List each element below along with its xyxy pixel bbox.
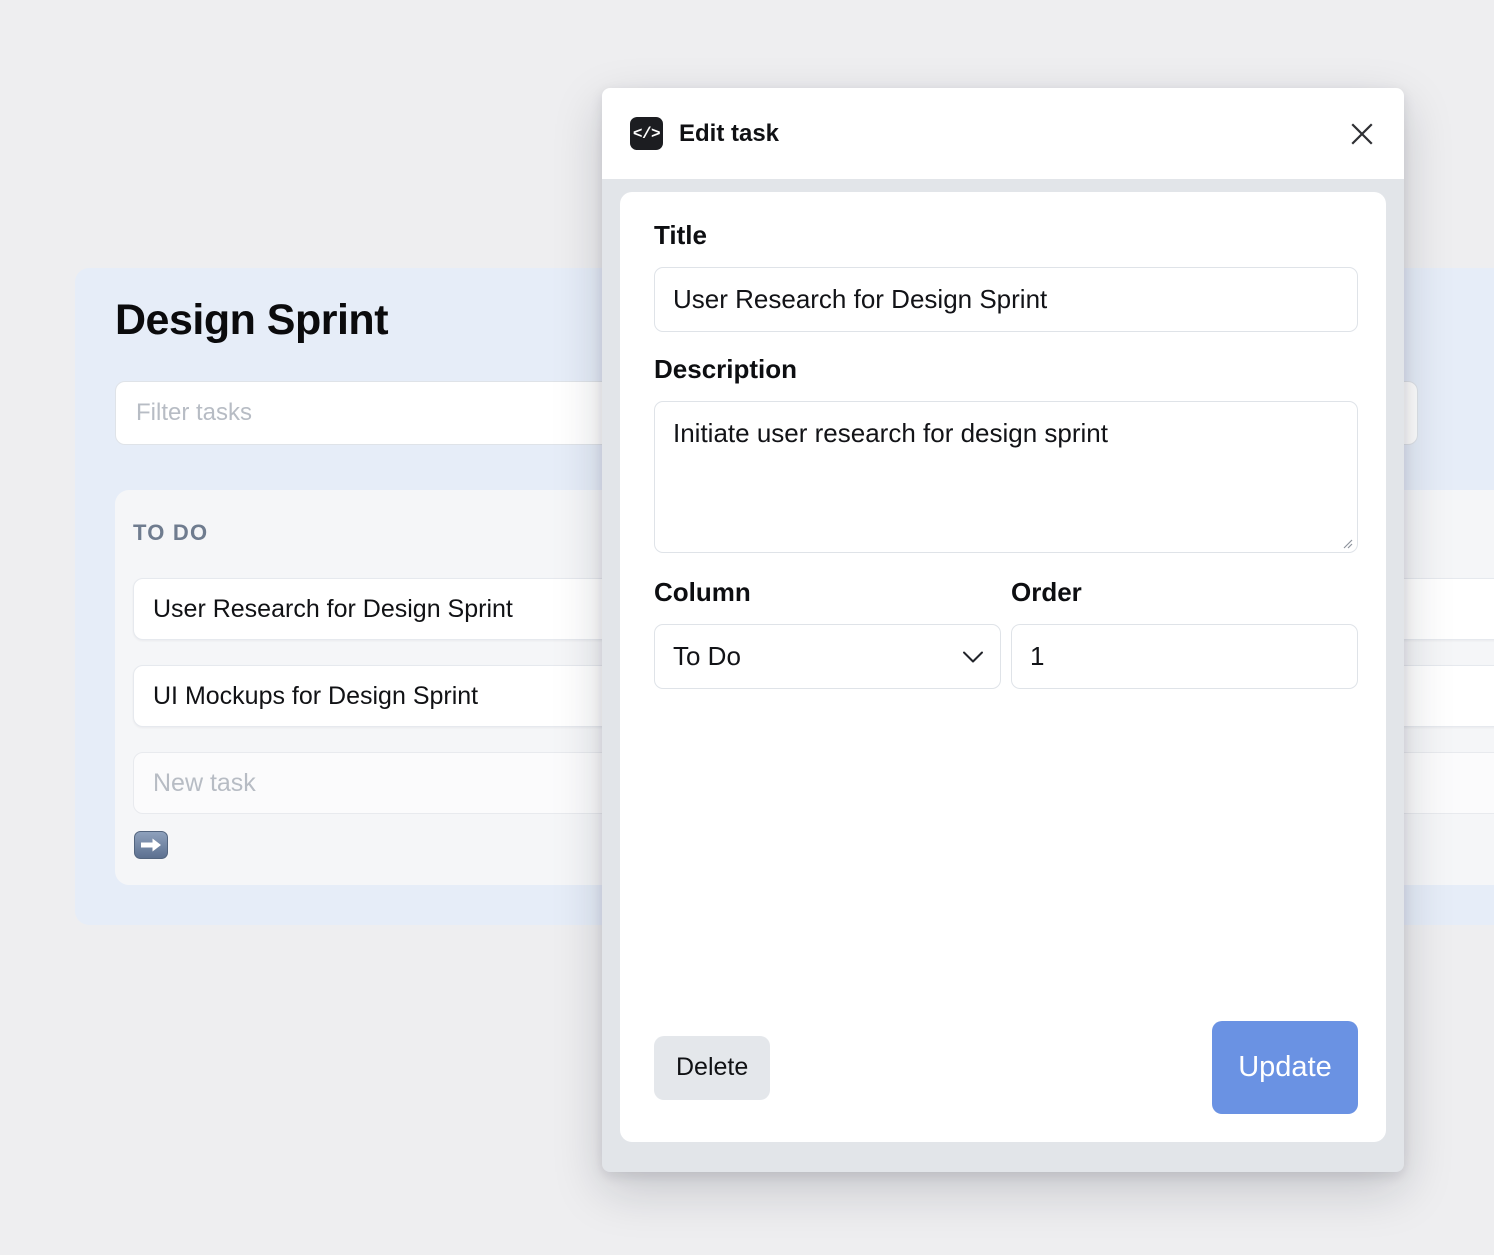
app-screen: Design Sprint Filter tasks TO DO User Re…: [0, 0, 1494, 1255]
title-label: Title: [654, 220, 707, 250]
resize-handle-icon[interactable]: [1339, 535, 1353, 549]
page-title: Design Sprint: [115, 296, 389, 344]
column-heading-todo: TO DO: [133, 520, 209, 545]
code-brackets-icon: </>: [630, 117, 663, 150]
column-select[interactable]: To Do: [654, 624, 1001, 689]
edit-task-form: Title User Research for Design Sprint De…: [654, 220, 1358, 689]
description-textarea[interactable]: Initiate user research for design sprint: [654, 401, 1358, 553]
add-task-button[interactable]: [133, 830, 169, 860]
delete-button[interactable]: Delete: [654, 1035, 771, 1100]
title-input-value: User Research for Design Sprint: [673, 284, 1048, 314]
chevron-down-icon: [963, 651, 983, 662]
brand-glyph: </>: [632, 124, 661, 143]
dialog-header: </> Edit task: [602, 88, 1404, 179]
task-card-title: User Research for Design Sprint: [153, 594, 513, 623]
column-label: Column: [654, 577, 751, 607]
description-label: Description: [654, 354, 798, 384]
update-button[interactable]: Update: [1212, 1021, 1358, 1114]
task-card-title: UI Mockups for Design Sprint: [153, 681, 479, 710]
filter-tasks-placeholder: Filter tasks: [136, 399, 253, 426]
right-arrow-emoji-icon: [134, 831, 168, 859]
dialog-body: Title User Research for Design Sprint De…: [620, 192, 1386, 1142]
title-input[interactable]: User Research for Design Sprint: [654, 267, 1358, 332]
column-order-row: Column To Do Order 1: [654, 577, 1358, 689]
description-textarea-value: Initiate user research for design sprint: [673, 418, 1108, 448]
order-input-value: 1: [1030, 641, 1045, 671]
dialog-title: Edit task: [679, 119, 780, 147]
edit-task-dialog: </> Edit task Title User Research for De…: [602, 88, 1404, 1172]
order-input[interactable]: 1: [1011, 624, 1358, 689]
order-field: Order 1: [1011, 577, 1358, 689]
order-label: Order: [1011, 577, 1082, 607]
column-field: Column To Do: [654, 577, 1001, 689]
column-select-value: To Do: [673, 641, 741, 671]
dialog-footer: Delete Update: [654, 1021, 1358, 1114]
close-icon: [1351, 122, 1373, 145]
close-button[interactable]: [1340, 112, 1384, 156]
new-task-placeholder: New task: [153, 768, 256, 797]
